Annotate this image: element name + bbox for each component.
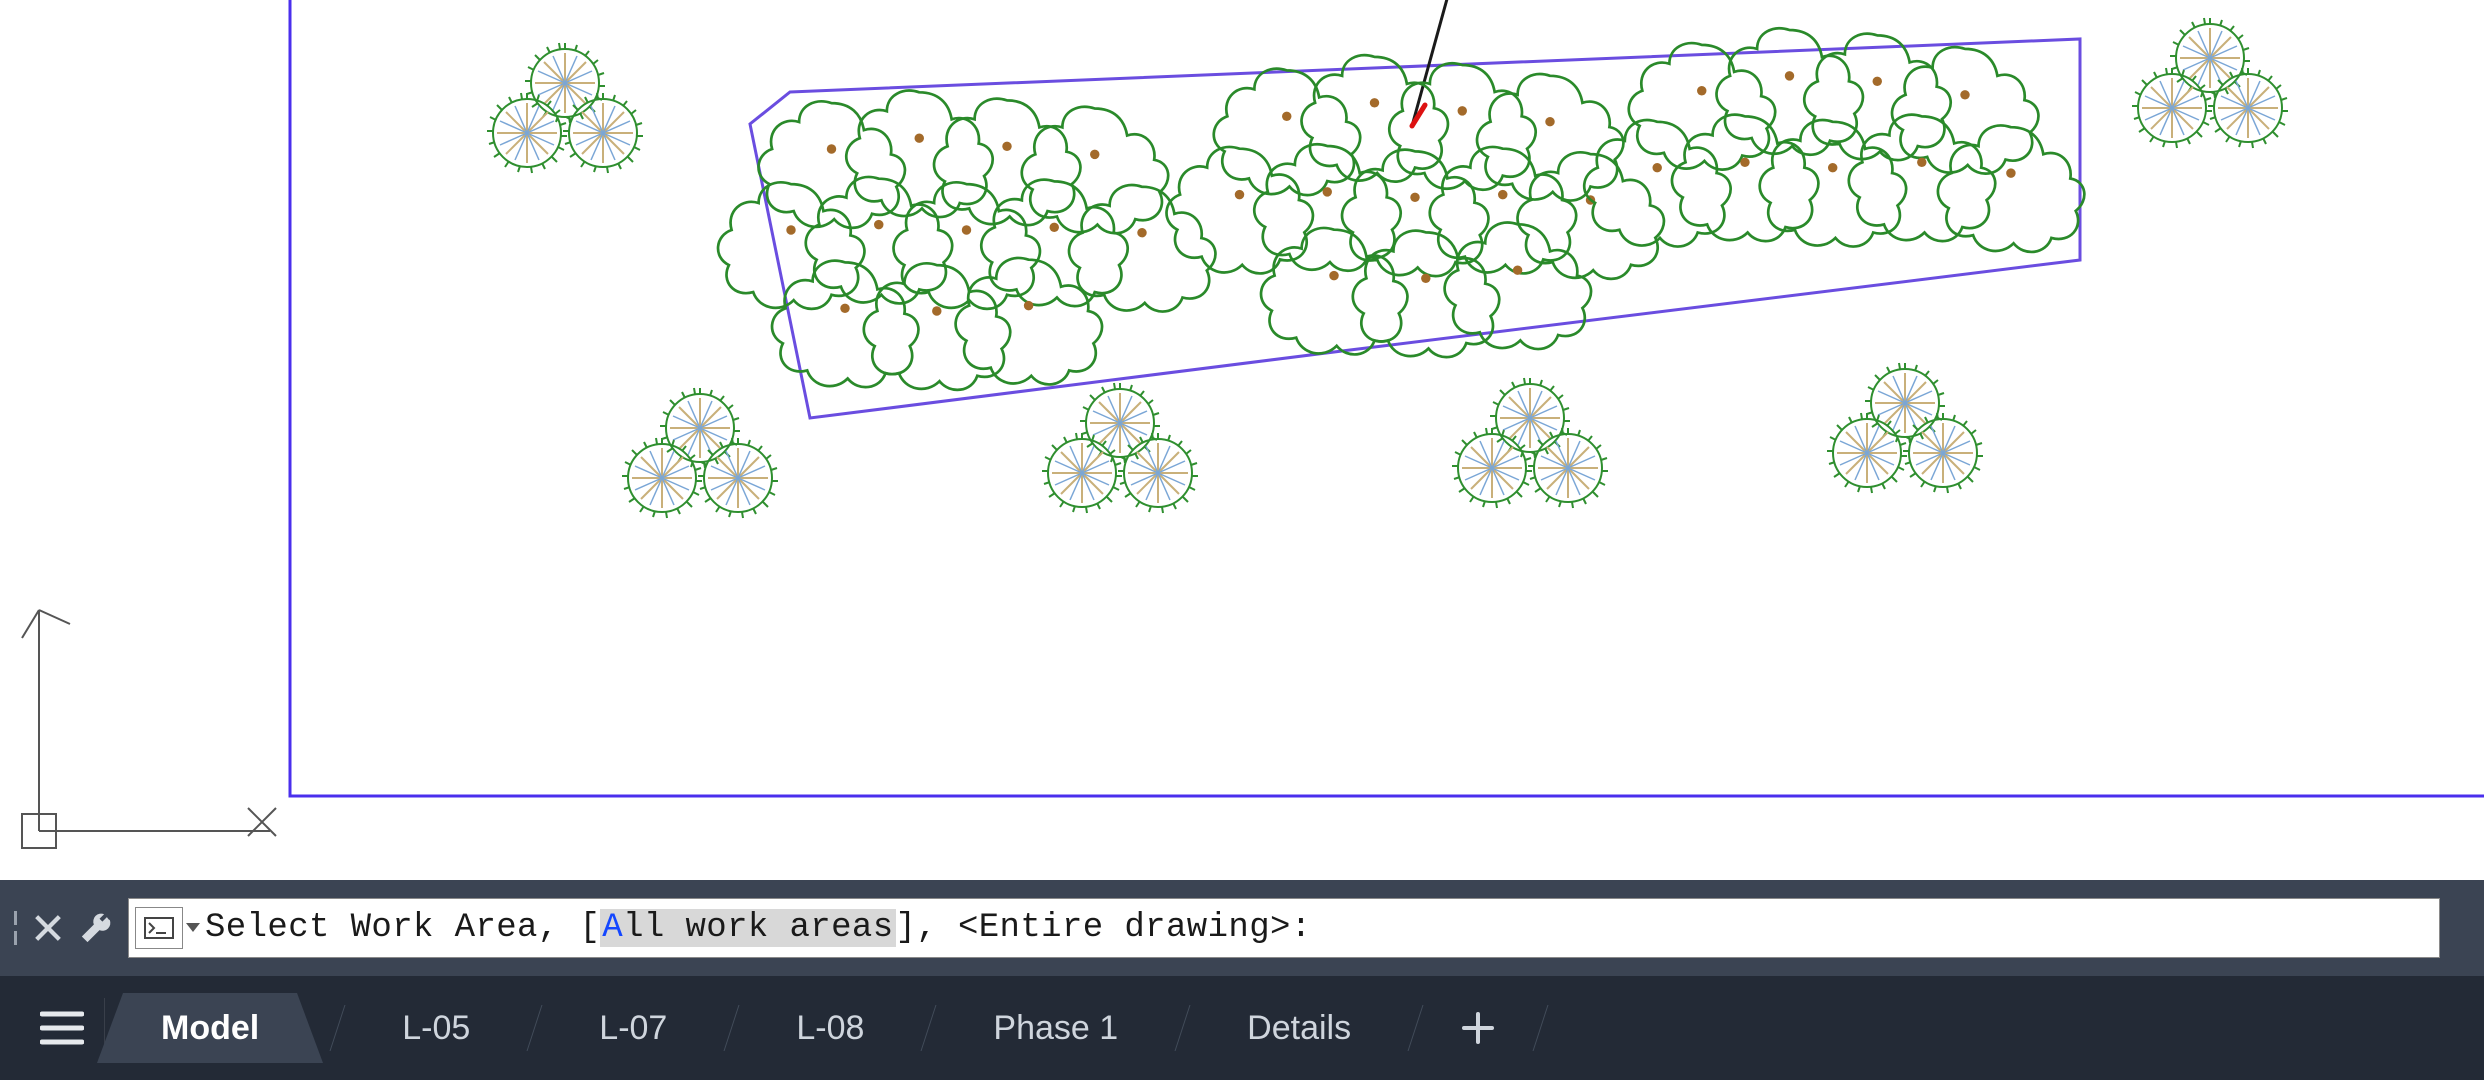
command-line-input[interactable]: Select Work Area, [All work areas], <Ent… <box>128 898 2440 958</box>
tab-label: Details <box>1247 1009 1351 1048</box>
wrench-icon[interactable] <box>72 904 120 952</box>
tab-l08[interactable]: L-08 <box>758 993 902 1063</box>
tab-label: Phase 1 <box>993 1009 1118 1048</box>
cmd-option-hotkey: A <box>602 909 623 947</box>
tab-separator <box>921 1005 937 1051</box>
tab-label: L-07 <box>599 1009 667 1048</box>
tab-separator <box>724 1005 740 1051</box>
tab-separator <box>1175 1005 1191 1051</box>
tab-details[interactable]: Details <box>1209 993 1389 1063</box>
layout-tabs-bar: Model L-05 L-07 L-08 Phase 1 Details <box>0 976 2484 1080</box>
tab-separator <box>330 1005 346 1051</box>
cmd-default: Entire drawing <box>979 909 1270 947</box>
drawing-canvas[interactable] <box>0 0 2484 880</box>
tab-separator <box>1533 1005 1549 1051</box>
cmd-prompt-prefix: Select Work Area, [ <box>205 909 600 947</box>
tab-separator <box>1408 1005 1424 1051</box>
commandline-drag-grip[interactable] <box>6 880 24 976</box>
tab-label: L-08 <box>796 1009 864 1048</box>
cmd-option-rest: ll work areas <box>623 909 893 947</box>
tab-label: L-05 <box>402 1009 470 1048</box>
hamburger-icon[interactable] <box>20 998 105 1058</box>
cmd-prompt-mid: ], < <box>896 909 979 947</box>
tab-l07[interactable]: L-07 <box>561 993 705 1063</box>
tab-l05[interactable]: L-05 <box>364 993 508 1063</box>
command-line-bar: Select Work Area, [All work areas], <Ent… <box>0 880 2484 976</box>
cmd-prompt-suffix: >: <box>1270 909 1312 947</box>
tab-phase1[interactable]: Phase 1 <box>955 993 1156 1063</box>
add-layout-button[interactable] <box>1442 993 1514 1063</box>
command-line-text: Select Work Area, [All work areas], <Ent… <box>205 909 1312 947</box>
tab-label: Model <box>161 1009 259 1048</box>
tab-separator <box>527 1005 543 1051</box>
chevron-down-icon[interactable] <box>183 908 203 948</box>
terminal-icon <box>135 907 183 949</box>
close-icon[interactable] <box>24 904 72 952</box>
tab-model[interactable]: Model <box>123 993 297 1063</box>
